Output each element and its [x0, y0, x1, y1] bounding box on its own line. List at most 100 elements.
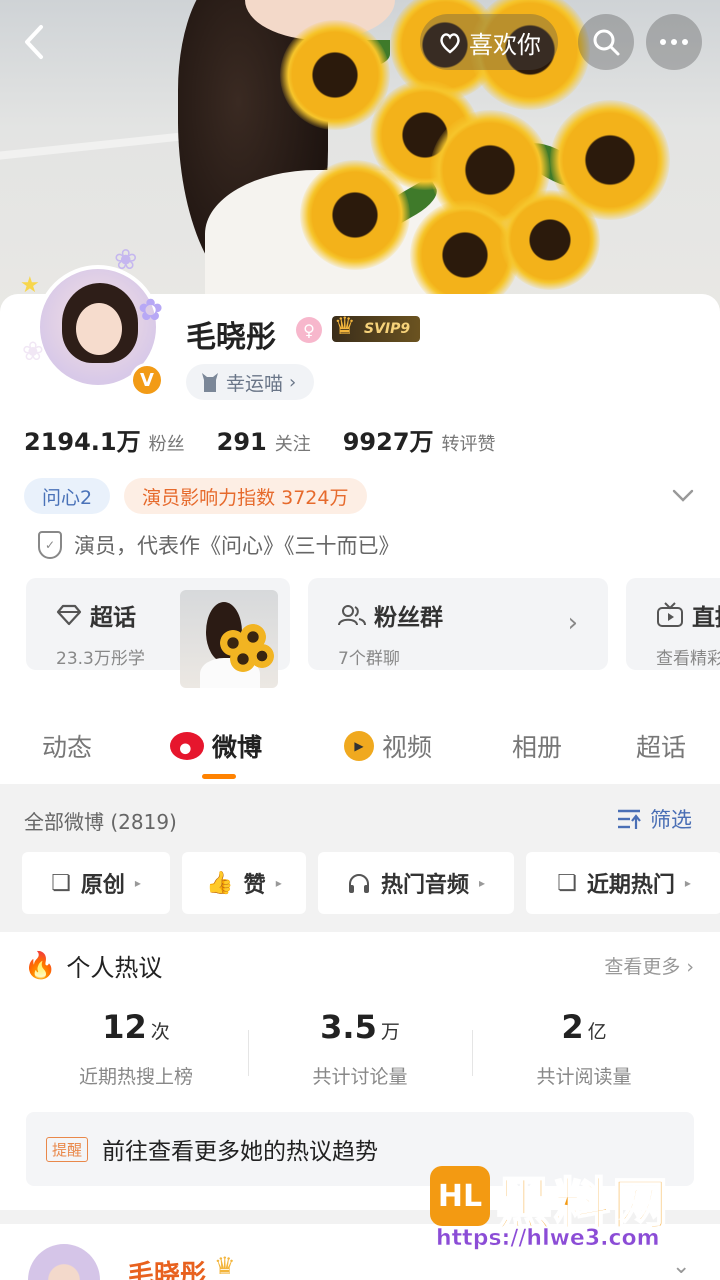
- like-button[interactable]: 喜欢你: [420, 14, 558, 70]
- reminder-text: 前往查看更多她的热议趋势: [102, 1139, 379, 1165]
- layers-icon: ❏: [51, 870, 71, 896]
- svip-badge[interactable]: ♛ SVIP9: [332, 312, 421, 342]
- tab-label: 相册: [512, 733, 563, 762]
- group-icon: [338, 605, 366, 626]
- avatar[interactable]: ★ ❀ ✿ ❀ V: [20, 243, 170, 397]
- hot-stat-value: 2: [561, 1008, 584, 1046]
- profile-tabs: 动态 微博 ▶ 视频 相册 超话: [0, 712, 720, 784]
- watermark-logo: HL: [430, 1166, 490, 1226]
- chip-label: 近期热门: [586, 873, 675, 898]
- card-subtitle: 7个群聊: [338, 649, 400, 669]
- search-button[interactable]: [578, 14, 634, 70]
- profile-tags: 问心2 演员影响力指数 3724万: [24, 478, 367, 514]
- post-author-name[interactable]: 毛晓彤: [128, 1254, 206, 1280]
- video-icon: ▶: [344, 731, 374, 761]
- search-icon: [593, 29, 620, 56]
- chevron-right-icon: ›: [567, 608, 578, 638]
- chip-recent-hot[interactable]: ❏ 近期热门 ▸: [526, 852, 720, 914]
- chip-label: 热门音频: [380, 873, 469, 898]
- filter-area: 全部微博 (2819) 筛选 ❏ 原创 ▸ 👍 赞 ▸ 热门音频 ▸ ❏ 近期热…: [0, 784, 720, 932]
- tab-dynamics[interactable]: 动态: [42, 728, 92, 764]
- watermark-url: https://hlwe3.com: [436, 1226, 660, 1252]
- chip-original[interactable]: ❏ 原创 ▸: [22, 852, 170, 914]
- card-title: 超话: [90, 605, 136, 631]
- reminder-tag: 提醒: [46, 1136, 89, 1162]
- sunflower: [300, 160, 410, 270]
- verification-line: ✓ 演员，代表作《问心》《三十而已》: [38, 530, 400, 560]
- hot-title-text: 个人热议: [66, 954, 163, 982]
- female-icon: ♀: [296, 317, 322, 343]
- pet-chip[interactable]: 幸运喵 ›: [186, 364, 315, 400]
- caret-right-icon: ▸: [478, 876, 486, 890]
- diamond-icon: [56, 604, 82, 626]
- butterfly-icon: ✿: [138, 293, 164, 328]
- tab-album[interactable]: 相册: [512, 728, 562, 764]
- headphones-icon: [348, 874, 369, 893]
- cat-icon: [202, 373, 218, 392]
- crown-icon: ♛: [214, 1252, 236, 1280]
- stat-interactions[interactable]: 9927万 转评赞: [343, 422, 496, 457]
- stat-number: 2194.1万: [24, 428, 141, 456]
- all-weibo-count: 全部微博 (2819): [24, 810, 177, 834]
- like-label: 喜欢你: [469, 30, 541, 59]
- card-title: 粉丝群: [374, 605, 443, 631]
- chevron-down-icon[interactable]: [672, 484, 694, 509]
- more-button[interactable]: [646, 14, 702, 70]
- chip-liked[interactable]: 👍 赞 ▸: [182, 852, 306, 914]
- filter-button[interactable]: 筛选: [616, 804, 692, 834]
- heart-hand-icon: [440, 33, 460, 54]
- hot-stat-label: 共计讨论量: [312, 1066, 408, 1088]
- active-tab-indicator: [202, 774, 236, 779]
- stat-label: 粉丝: [148, 434, 185, 455]
- watermark: HL 黑料网 https://hlwe3.com: [430, 1160, 700, 1280]
- card-subtitle: 23.3万彤学: [56, 649, 145, 669]
- stat-number: 9927万: [342, 428, 434, 456]
- hot-stats: 12 次 近期热搜上榜 3.5 万 共计讨论量 2亿 共计阅读量: [0, 1008, 720, 1098]
- stat-label: 关注: [274, 434, 311, 455]
- weibo-icon: [170, 732, 204, 760]
- back-button[interactable]: [12, 14, 56, 70]
- crown-icon: ♛: [334, 312, 356, 340]
- thumb-flower: [250, 644, 274, 668]
- chevron-right-icon: ›: [289, 371, 297, 393]
- star-icon: ★: [20, 273, 40, 298]
- caret-right-icon: ▸: [684, 876, 691, 890]
- tab-weibo[interactable]: 微博: [170, 728, 262, 764]
- tab-label: 动态: [42, 733, 93, 762]
- stat-following[interactable]: 291 关注: [217, 428, 311, 456]
- fan-group-card[interactable]: 粉丝群 7个群聊 ›: [308, 578, 608, 670]
- hot-stat-label: 共计阅读量: [536, 1066, 632, 1088]
- pet-label: 幸运喵: [226, 372, 284, 395]
- supertopic-title: 超话: [56, 598, 136, 632]
- fan-group-title: 粉丝群: [338, 598, 443, 632]
- live-card[interactable]: 直播 查看精彩: [626, 578, 720, 670]
- verified-badge: V: [130, 363, 164, 397]
- tab-supertopic[interactable]: 超话: [636, 728, 686, 764]
- live-title: 直播: [656, 598, 720, 632]
- tag-drama[interactable]: 问心2: [24, 478, 111, 514]
- tab-label: 超话: [636, 733, 687, 762]
- hot-stat-unit: 次: [150, 1021, 170, 1043]
- filter-label: 筛选: [650, 808, 692, 832]
- caret-right-icon: ▸: [275, 876, 282, 890]
- card-subtitle: 查看精彩: [656, 649, 720, 669]
- hot-stat: 3.5 万 共计讨论量: [248, 1008, 472, 1089]
- hot-stat-value: 12: [102, 1008, 147, 1046]
- hot-stat: 12 次 近期热搜上榜: [24, 1008, 248, 1089]
- tv-icon: [657, 602, 683, 627]
- chip-hot-audio[interactable]: 热门音频 ▸: [318, 852, 514, 914]
- supertopic-thumbnail: [180, 590, 278, 688]
- see-more-link[interactable]: 查看更多 ›: [604, 952, 694, 979]
- stat-followers[interactable]: 2194.1万 粉丝: [24, 422, 185, 457]
- profile-stats: 2194.1万 粉丝 291 关注 9927万 转评赞: [24, 422, 528, 457]
- chevron-left-icon: [25, 25, 43, 59]
- filter-icon: [618, 809, 641, 829]
- profile-name: 毛晓彤: [186, 320, 276, 355]
- supertopic-card[interactable]: 超话 23.3万彤学: [26, 578, 290, 688]
- thumbs-up-icon: 👍: [206, 870, 234, 896]
- tab-video[interactable]: ▶ 视频: [344, 728, 432, 764]
- tag-influence[interactable]: 演员影响力指数 3724万: [124, 478, 367, 514]
- chip-label: 赞: [243, 873, 266, 898]
- stat-number: 291: [216, 428, 267, 456]
- post-avatar[interactable]: [28, 1244, 100, 1280]
